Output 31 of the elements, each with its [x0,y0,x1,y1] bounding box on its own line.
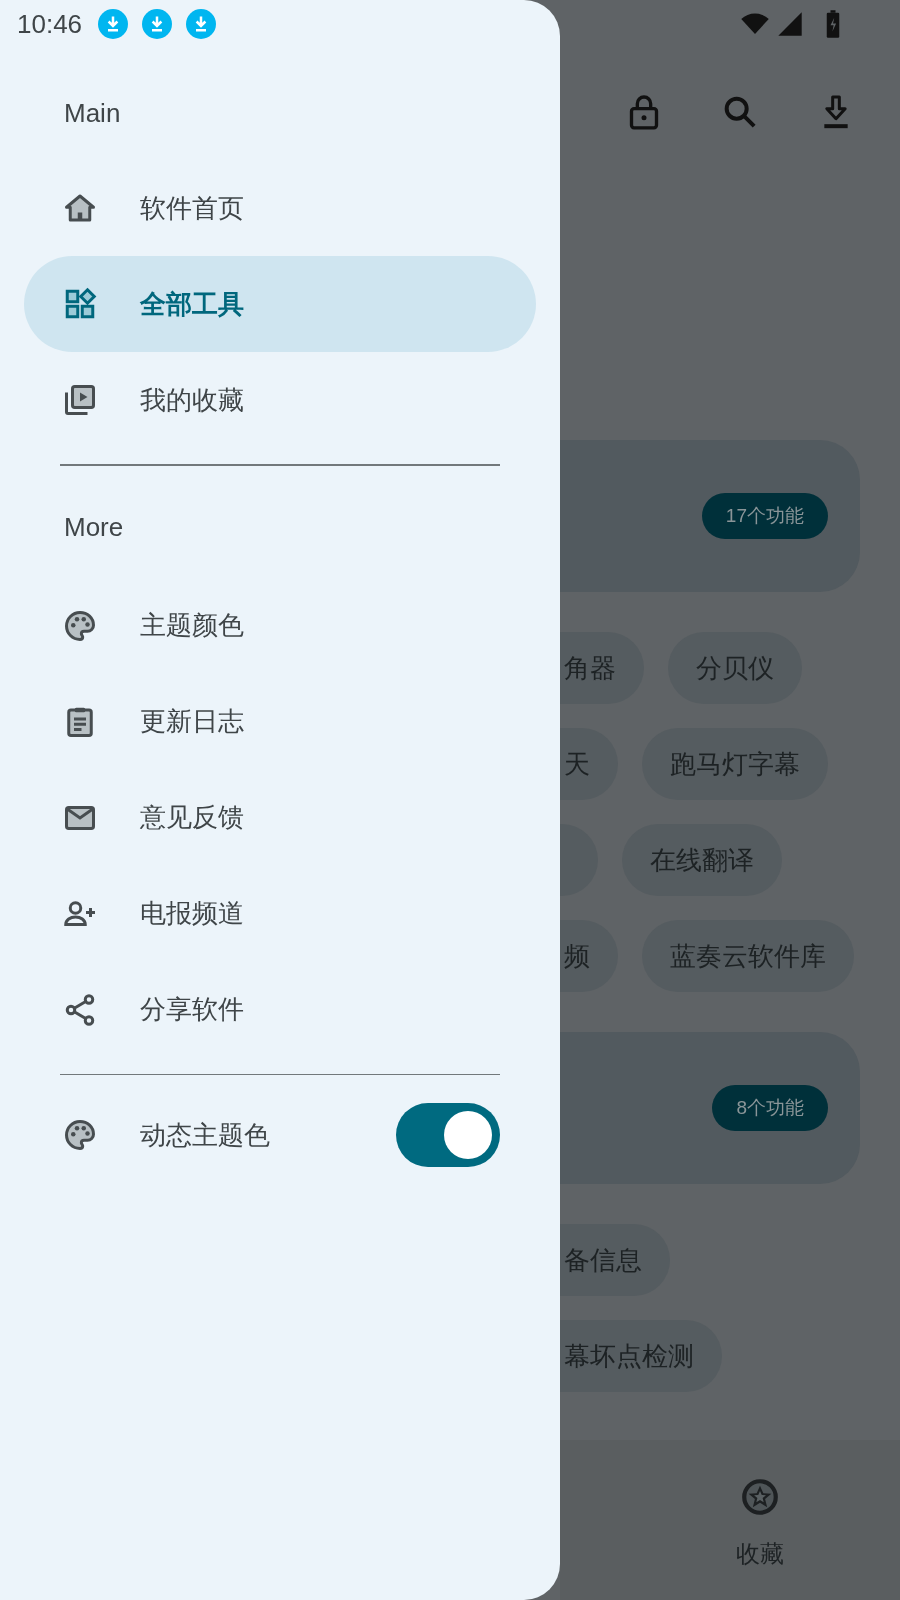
drawer-item[interactable]: 软件首页 [24,160,536,256]
drawer-item[interactable]: 意见反馈 [24,769,536,866]
download-icon [142,9,173,39]
drawer-item[interactable]: 分享软件 [24,961,536,1058]
tool-chip[interactable]: 角器 [560,632,644,704]
tool-chip[interactable]: 在线翻译 [622,824,782,896]
feature-count-badge: 17个功能 [701,493,828,539]
drawer-item[interactable]: 更新日志 [24,673,536,770]
drawer-item[interactable]: 我的收藏 [24,352,536,448]
feature-count-badge: 8个功能 [712,1085,828,1131]
nav-item[interactable]: 收藏 [720,1440,800,1600]
status-time: 10:46 [17,7,83,41]
drawer-item[interactable]: 全部工具 [24,256,536,352]
tool-chip[interactable]: 备信息 [560,1224,670,1296]
tool-chip[interactable]: 频 [560,920,618,992]
search-button[interactable] [722,94,758,130]
tool-chip[interactable]: 蓝奏云软件库 [642,920,854,992]
section-heading: More [64,511,124,544]
drawer-item[interactable]: 电报频道 [24,865,536,962]
tool-chip[interactable]: 天 [560,728,618,800]
palette-icon [62,1117,98,1153]
tool-chip[interactable]: 幕坏点检测 [560,1320,722,1392]
section-heading: Main [64,96,121,130]
video-library-icon [62,382,98,418]
signal-icon [776,10,804,38]
tool-chip[interactable]: 分贝仪 [668,632,802,704]
tool-chip[interactable]: 跑马灯字幕 [642,728,828,800]
download-icon [186,9,217,39]
drawer-item[interactable]: 主题颜色 [24,577,536,674]
download-icon [98,9,129,39]
toggle-label: 动态主题色 [140,1118,271,1152]
